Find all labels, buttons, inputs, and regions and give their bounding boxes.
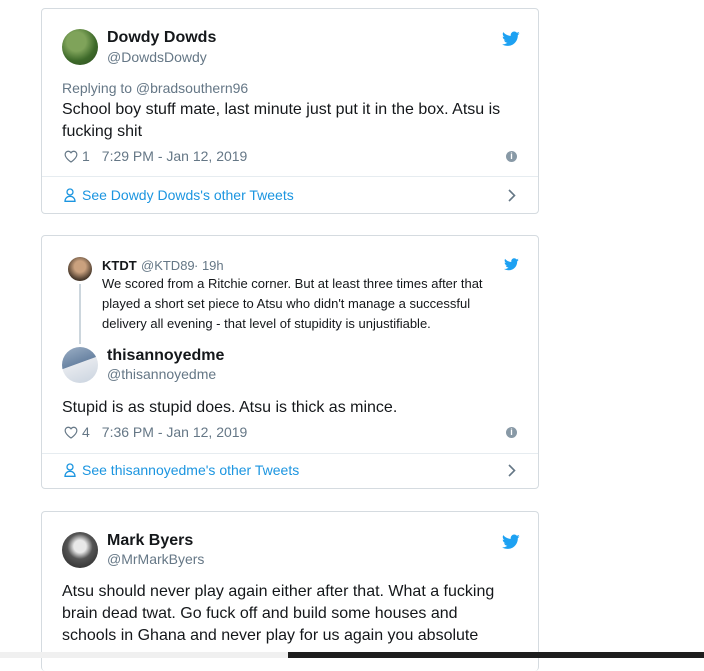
- tweet-card-mark-byers: Mark Byers @MrMarkByers Atsu should neve…: [41, 511, 539, 671]
- twitter-bird-icon[interactable]: [502, 534, 520, 550]
- tweet-meta: 4 7:36 PM - Jan 12, 2019: [64, 424, 247, 440]
- tweet-text: Stupid is as stupid does. Atsu is thick …: [62, 397, 522, 419]
- tweet-text-line: schools in Ghana and never play for us a…: [62, 627, 479, 644]
- avatar[interactable]: [62, 29, 98, 65]
- quoted-text-line: delivery all evening - that level of stu…: [102, 316, 431, 331]
- other-tweets-link[interactable]: See Dowdy Dowds's other Tweets: [64, 187, 294, 203]
- quoted-tweet-age[interactable]: · 19h: [194, 258, 224, 273]
- person-icon: [64, 188, 76, 202]
- quoted-author-handle[interactable]: @KTD89: [141, 258, 195, 273]
- author-handle[interactable]: @MrMarkByers: [107, 551, 204, 567]
- quoted-text-line: played a short set piece to Atsu who did…: [102, 296, 471, 311]
- author-handle[interactable]: @DowdsDowdy: [107, 49, 207, 65]
- avatar[interactable]: [62, 347, 98, 383]
- tweet-text: School boy stuff mate, last minute just …: [62, 99, 522, 143]
- author-name[interactable]: Dowdy Dowds: [107, 29, 216, 47]
- replying-to[interactable]: Replying to @bradsouthern96: [62, 80, 248, 96]
- quoted-author-name[interactable]: KTDT: [102, 258, 137, 273]
- author-name[interactable]: thisannoyedme: [107, 347, 224, 365]
- tweet-text-line: fucking shit: [62, 123, 143, 140]
- other-tweets-link[interactable]: See thisannoyedme's other Tweets: [64, 462, 299, 478]
- divider: [42, 176, 538, 177]
- quoted-text-line: We scored from a Ritchie corner. But at …: [102, 276, 483, 291]
- thread-line: [79, 284, 81, 344]
- other-tweets-label[interactable]: See Dowdy Dowds's other Tweets: [82, 187, 294, 203]
- quoted-avatar[interactable]: [68, 257, 92, 281]
- tweet-text-line: Atsu should never play again either afte…: [62, 583, 495, 600]
- info-icon[interactable]: i: [506, 151, 517, 162]
- tweet-text-line: brain dead twat. Go fuck off and build s…: [62, 605, 458, 622]
- tweet-timestamp[interactable]: 7:36 PM - Jan 12, 2019: [102, 424, 248, 440]
- divider: [42, 453, 538, 454]
- taskbar-edge: [0, 652, 704, 658]
- chevron-right-icon[interactable]: [508, 189, 516, 202]
- info-icon[interactable]: i: [506, 427, 517, 438]
- author-name[interactable]: Mark Byers: [107, 532, 193, 550]
- heart-icon[interactable]: [64, 426, 78, 439]
- tweet-card-dowdy-dowds: Dowdy Dowds @DowdsDowdy Replying to @bra…: [41, 8, 539, 214]
- like-count[interactable]: 1: [82, 148, 90, 164]
- heart-icon[interactable]: [64, 150, 78, 163]
- tweet-meta: 1 7:29 PM - Jan 12, 2019: [64, 148, 247, 164]
- taskbar-edge-dark: [288, 652, 704, 658]
- tweet-text: Atsu should never play again either afte…: [62, 581, 532, 647]
- tweet-text-line: School boy stuff mate, last minute just …: [62, 101, 501, 118]
- quoted-tweet-text: We scored from a Ritchie corner. But at …: [102, 274, 522, 334]
- twitter-bird-icon[interactable]: [504, 258, 519, 271]
- taskbar-edge-light: [0, 652, 288, 658]
- author-handle[interactable]: @thisannoyedme: [107, 366, 216, 382]
- tweet-card-thisannoyedme: KTDT @KTD89 · 19h We scored from a Ritch…: [41, 235, 539, 489]
- tweet-timestamp[interactable]: 7:29 PM - Jan 12, 2019: [102, 148, 248, 164]
- tweet-text-line: Stupid is as stupid does. Atsu is thick …: [62, 399, 398, 416]
- avatar[interactable]: [62, 532, 98, 568]
- chevron-right-icon[interactable]: [508, 464, 516, 477]
- twitter-bird-icon[interactable]: [502, 31, 520, 47]
- like-count[interactable]: 4: [82, 424, 90, 440]
- other-tweets-label[interactable]: See thisannoyedme's other Tweets: [82, 462, 299, 478]
- person-icon: [64, 463, 76, 477]
